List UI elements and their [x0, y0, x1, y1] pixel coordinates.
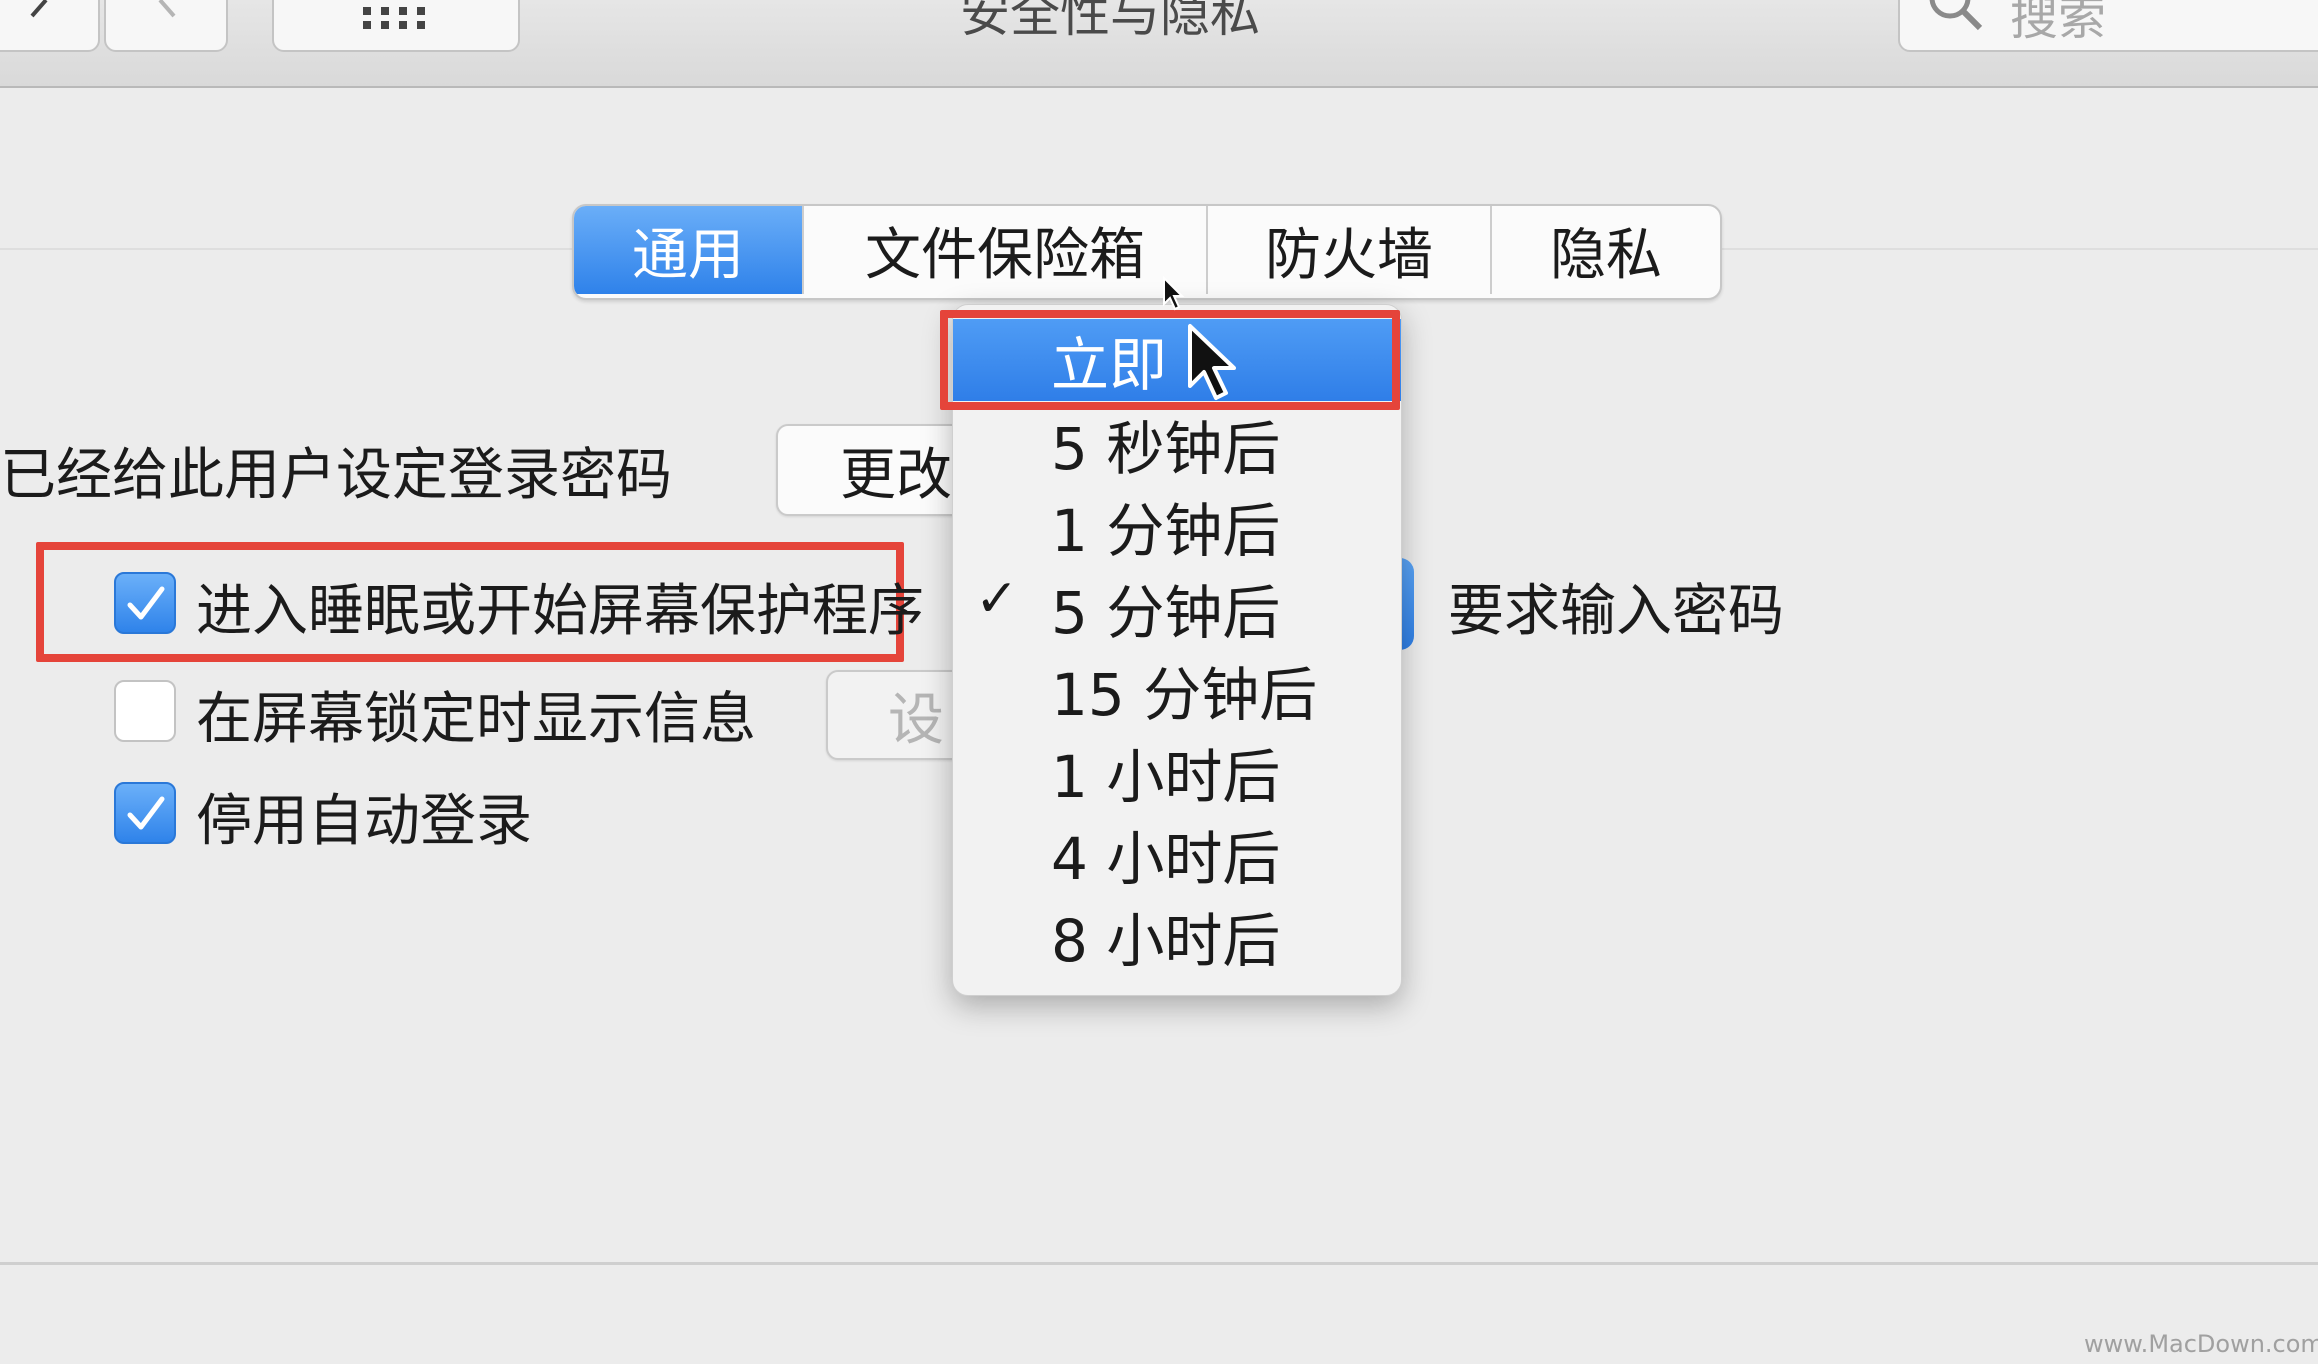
checkmark-icon: [127, 796, 165, 830]
menu-item-label: 1 分钟后: [1051, 497, 1281, 565]
set-lock-message-label: 设: [888, 687, 944, 753]
search-placeholder: 搜索: [2010, 0, 2107, 46]
menu-item-label: 5 分钟后: [1051, 579, 1281, 647]
require-password-label: 进入睡眠或开始屏幕保护程序: [196, 579, 924, 644]
tab-privacy[interactable]: 隐私: [1492, 206, 1720, 294]
tab-bar: 通用 文件保险箱 防火墙 隐私: [572, 204, 1722, 300]
bottom-divider: [0, 1262, 2318, 1265]
window-title: 安全性与隐私: [960, 0, 1260, 43]
menu-item-8-hours[interactable]: 8 小时后: [953, 895, 1401, 977]
disable-auto-login-checkbox[interactable]: [114, 782, 176, 844]
search-icon: [1929, 0, 1983, 31]
tab-filevault[interactable]: 文件保险箱: [804, 206, 1208, 294]
menu-item-label: 5 秒钟后: [1051, 415, 1281, 483]
require-password-suffix: 要求输入密码: [1448, 579, 1784, 644]
small-cursor-icon: [1163, 276, 1185, 311]
menu-item-1-hour[interactable]: 1 小时后: [953, 731, 1401, 813]
change-password-label: 更改: [840, 442, 952, 508]
menu-item-5-seconds[interactable]: 5 秒钟后: [953, 403, 1401, 485]
password-set-label: 已经给此用户设定登录密码: [0, 443, 672, 508]
require-password-checkbox[interactable]: [114, 572, 176, 634]
show-all-button[interactable]: [272, 0, 520, 52]
show-message-label: 在屏幕锁定时显示信息: [196, 687, 756, 752]
show-message-checkbox[interactable]: [114, 680, 176, 742]
chevron-left-icon: [30, 0, 48, 18]
tab-general[interactable]: 通用: [574, 206, 804, 294]
search-field[interactable]: 搜索: [1898, 0, 2318, 52]
checkmark-icon: [127, 586, 165, 620]
menu-item-label: 8 小时后: [1051, 907, 1281, 975]
watermark: www.MacDown.com: [2084, 1330, 2318, 1358]
checkmark-icon: ✓: [975, 569, 1019, 629]
menu-item-label: 1 小时后: [1051, 743, 1281, 811]
annotation-highlight-immediately: [940, 310, 1400, 410]
forward-button[interactable]: [104, 0, 228, 52]
grid-icon: [363, 7, 425, 29]
disable-auto-login-label: 停用自动登录: [196, 789, 532, 854]
chevron-right-icon: [158, 0, 176, 18]
menu-item-1-minute[interactable]: 1 分钟后: [953, 485, 1401, 567]
mouse-cursor-icon: [1188, 324, 1236, 400]
tab-firewall[interactable]: 防火墙: [1208, 206, 1492, 294]
menu-item-15-minutes[interactable]: 15 分钟后: [953, 649, 1401, 731]
menu-item-label: 4 小时后: [1051, 825, 1281, 893]
window-toolbar: 安全性与隐私 搜索: [0, 0, 2318, 88]
menu-item-4-hours[interactable]: 4 小时后: [953, 813, 1401, 895]
menu-item-5-minutes[interactable]: ✓ 5 分钟后: [953, 567, 1401, 649]
menu-item-label: 15 分钟后: [1051, 661, 1318, 729]
back-button[interactable]: [0, 0, 100, 52]
